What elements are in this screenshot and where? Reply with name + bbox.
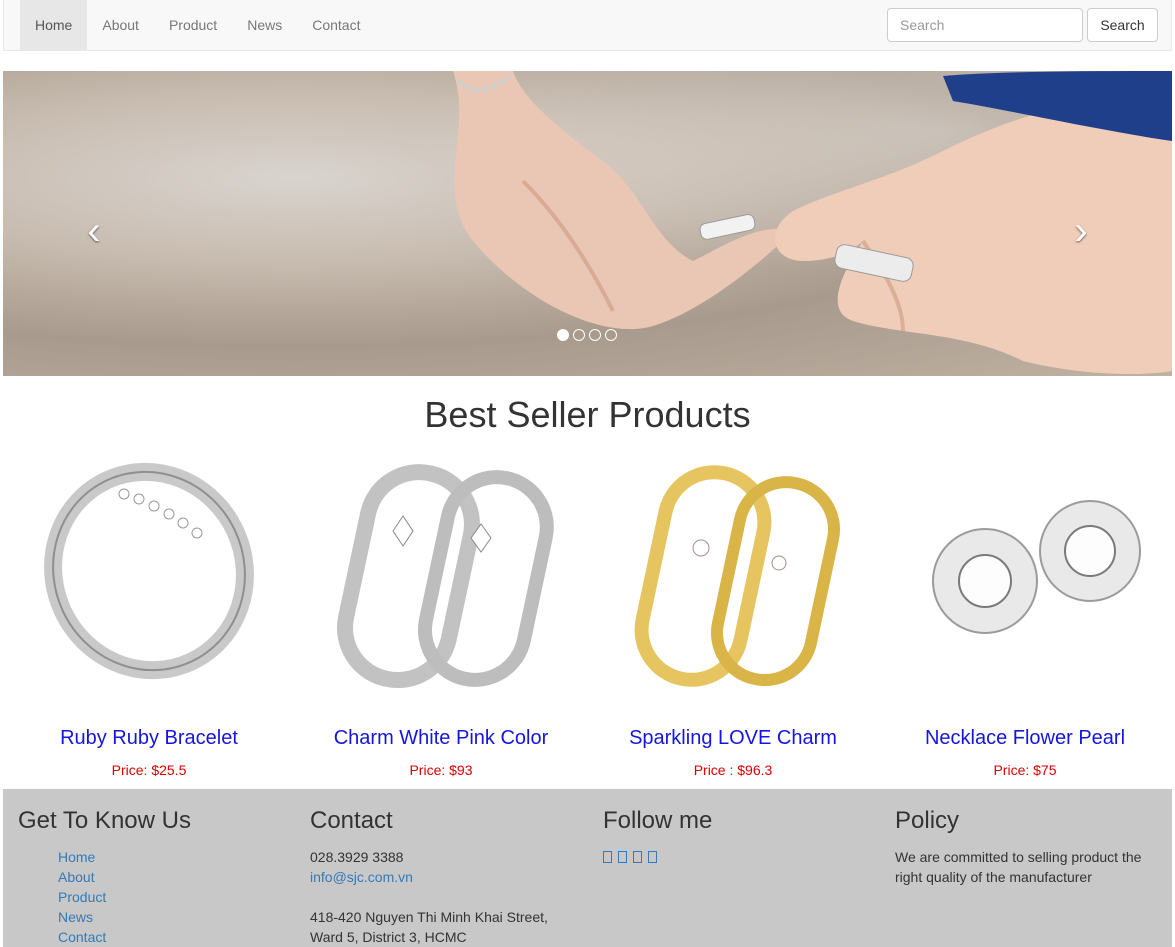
footer: Get To Know Us Home About Product News C…	[3, 789, 1172, 947]
nav-item-home[interactable]: Home	[20, 0, 88, 50]
product-card: Ruby Ruby Bracelet Price: $25.5	[3, 456, 295, 778]
footer-link-home[interactable]: Home	[58, 847, 288, 867]
carousel-prev-icon[interactable]: ‹	[79, 211, 109, 251]
footer-know-us: Get To Know Us Home About Product News C…	[18, 807, 288, 947]
footer-policy: Policy We are committed to selling produ…	[895, 807, 1165, 887]
carousel-next-icon[interactable]: ›	[1066, 211, 1096, 251]
footer-contact-title: Contact	[310, 807, 393, 834]
google-plus-icon[interactable]	[633, 851, 642, 863]
footer-follow-title: Follow me	[603, 807, 713, 834]
carousel-indicator-4[interactable]	[605, 329, 617, 341]
footer-email-link[interactable]: info@sjc.com.vn	[310, 867, 580, 887]
search-input[interactable]	[887, 8, 1083, 42]
nav-item-contact[interactable]: Contact	[297, 0, 375, 50]
carousel-indicators	[557, 329, 617, 341]
footer-follow: Follow me	[603, 807, 873, 863]
product-image-silver-ring[interactable]	[29, 456, 269, 696]
footer-know-us-title: Get To Know Us	[18, 807, 191, 834]
product-price: Price: $75	[993, 762, 1057, 778]
product-name[interactable]: Necklace Flower Pearl	[879, 727, 1171, 750]
product-price: Price: $93	[409, 762, 473, 778]
navbar: Home About Product News Contact Search	[3, 0, 1172, 51]
best-seller-title: Best Seller Products	[424, 394, 751, 435]
footer-address-line1: 418-420 Nguyen Thi Minh Khai Street,	[310, 909, 548, 925]
carousel-indicator-3[interactable]	[589, 329, 601, 341]
product-card: Necklace Flower Pearl Price: $75	[879, 456, 1171, 778]
footer-address-line2: Ward 5, District 3, HCMC	[310, 929, 467, 945]
product-price: Price: $25.5	[111, 762, 187, 778]
product-name[interactable]: Ruby Ruby Bracelet	[3, 727, 295, 750]
footer-policy-text: We are committed to selling product the …	[895, 849, 1142, 885]
product-name[interactable]: Sparkling LOVE Charm	[587, 727, 879, 750]
carousel-indicator-2[interactable]	[573, 329, 585, 341]
footer-link-news[interactable]: News	[58, 907, 288, 927]
product-card: Sparkling LOVE Charm Price : $96.3	[587, 456, 879, 778]
product-name[interactable]: Charm White Pink Color	[295, 727, 587, 750]
product-image-gold-couple-rings[interactable]	[613, 456, 853, 696]
footer-policy-title: Policy	[895, 807, 960, 834]
carousel-indicator-1[interactable]	[557, 329, 569, 341]
product-price: Price : $96.3	[693, 762, 773, 778]
product-card: Charm White Pink Color Price: $93	[295, 456, 587, 778]
social-icons	[603, 847, 873, 863]
nav-menu: Home About Product News Contact	[20, 0, 375, 50]
search-button[interactable]: Search	[1087, 8, 1158, 42]
nav-item-about[interactable]: About	[87, 0, 154, 50]
footer-link-about[interactable]: About	[58, 867, 288, 887]
twitter-icon[interactable]	[618, 851, 627, 863]
footer-link-product[interactable]: Product	[58, 887, 288, 907]
footer-phone: 028.3929 3388	[310, 849, 404, 865]
nav-item-news[interactable]: News	[232, 0, 297, 50]
footer-contact: Contact 028.3929 3388 info@sjc.com.vn 41…	[310, 807, 580, 947]
product-image-silver-couple-rings[interactable]	[321, 456, 561, 696]
facebook-icon[interactable]	[603, 851, 612, 863]
footer-link-contact[interactable]: Contact	[58, 927, 288, 947]
footer-links: Home About Product News Contact	[18, 847, 288, 947]
instagram-icon[interactable]	[648, 851, 657, 863]
product-image-diamond-earrings[interactable]	[905, 456, 1145, 696]
hero-carousel: ‹ ›	[3, 71, 1172, 376]
nav-item-product[interactable]: Product	[154, 0, 232, 50]
